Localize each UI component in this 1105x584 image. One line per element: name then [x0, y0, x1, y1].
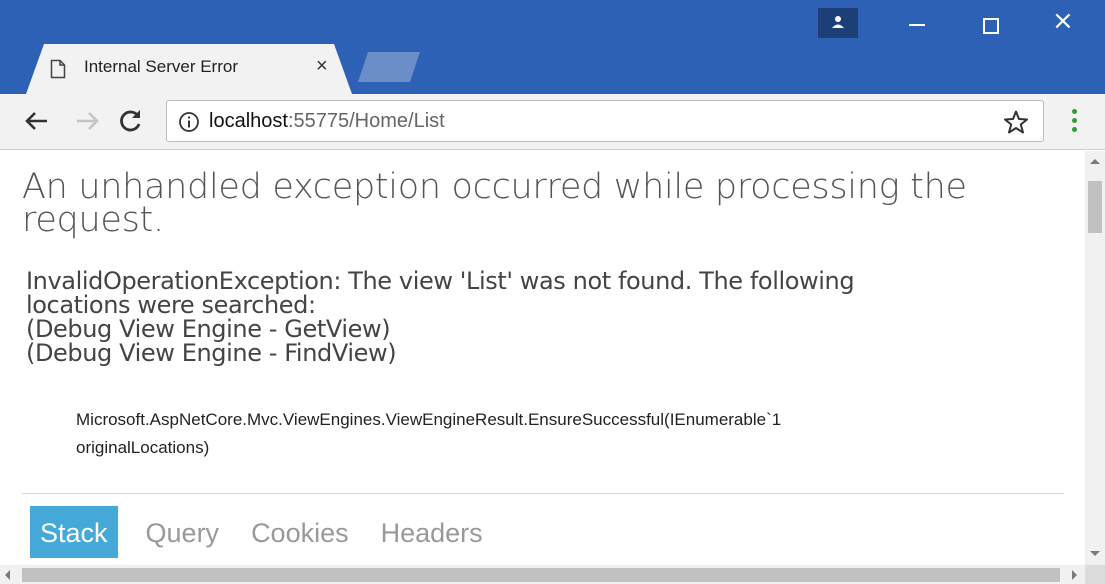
tab-stack[interactable]: Stack	[30, 506, 118, 558]
profile-icon	[832, 16, 844, 28]
minimize-button[interactable]	[895, 8, 945, 42]
horizontal-scrollbar[interactable]	[0, 565, 1085, 584]
headline-line: An unhandled exception occurred while pr…	[22, 167, 967, 207]
exception-line: InvalidOperationException: The view 'Lis…	[26, 267, 855, 295]
window-titlebar: Internal Server Error × ×	[0, 0, 1105, 94]
browser-toolbar: localhost:55775/Home/List	[0, 94, 1105, 150]
url-text: localhost:55775/Home/List	[209, 110, 445, 133]
location-line: originalLocations)	[76, 438, 210, 457]
divider	[22, 493, 1064, 494]
headline-line: request.	[22, 200, 164, 240]
reload-icon[interactable]	[114, 104, 148, 138]
scroll-left-arrow-icon[interactable]	[5, 570, 10, 580]
document-icon	[50, 59, 66, 79]
info-icon[interactable]	[178, 111, 200, 133]
address-bar[interactable]: localhost:55775/Home/List	[166, 100, 1044, 142]
profile-button[interactable]	[818, 8, 858, 38]
star-icon[interactable]	[1003, 109, 1029, 135]
vertical-scrollbar[interactable]	[1085, 151, 1105, 565]
exception-message: InvalidOperationException: The view 'Lis…	[26, 269, 1056, 365]
location-line: Microsoft.AspNetCore.Mvc.ViewEngines.Vie…	[76, 410, 782, 429]
maximize-icon	[983, 18, 999, 34]
minimize-icon	[909, 24, 925, 26]
kebab-menu-icon[interactable]	[1064, 107, 1084, 137]
url-host: localhost	[209, 110, 288, 132]
maximize-button[interactable]	[968, 8, 1018, 42]
window-close-button[interactable]: ×	[1040, 6, 1090, 42]
new-tab-button[interactable]	[358, 52, 420, 82]
scroll-up-arrow-icon[interactable]	[1090, 159, 1100, 164]
vertical-scroll-thumb[interactable]	[1088, 181, 1102, 233]
scroll-down-arrow-icon[interactable]	[1090, 551, 1100, 556]
exception-location: Microsoft.AspNetCore.Mvc.ViewEngines.Vie…	[76, 406, 976, 462]
tab-title: Internal Server Error	[84, 57, 238, 76]
tab-query[interactable]: Query	[134, 506, 232, 558]
close-icon: ×	[1052, 6, 1074, 36]
arrow-right-icon[interactable]	[70, 104, 104, 138]
arrow-left-icon[interactable]	[20, 104, 54, 138]
exception-line: (Debug View Engine - GetView)	[26, 315, 391, 343]
browser-tab[interactable]: Internal Server Error ×	[26, 44, 352, 94]
exception-line: (Debug View Engine - FindView)	[26, 339, 397, 367]
url-path: :55775/Home/List	[287, 110, 445, 132]
horizontal-scroll-thumb[interactable]	[22, 568, 1060, 582]
exception-line: locations were searched:	[26, 291, 316, 319]
tab-headers[interactable]: Headers	[369, 506, 495, 558]
error-page-tabs: Stack Query Cookies Headers	[30, 506, 503, 558]
tab-close-button[interactable]: ×	[316, 55, 328, 78]
page-viewport: An unhandled exception occurred while pr…	[0, 151, 1085, 565]
tab-cookies[interactable]: Cookies	[239, 506, 361, 558]
scroll-right-arrow-icon[interactable]	[1072, 570, 1077, 580]
error-headline: An unhandled exception occurred while pr…	[22, 167, 1062, 240]
scrollbar-corner	[1085, 565, 1105, 584]
